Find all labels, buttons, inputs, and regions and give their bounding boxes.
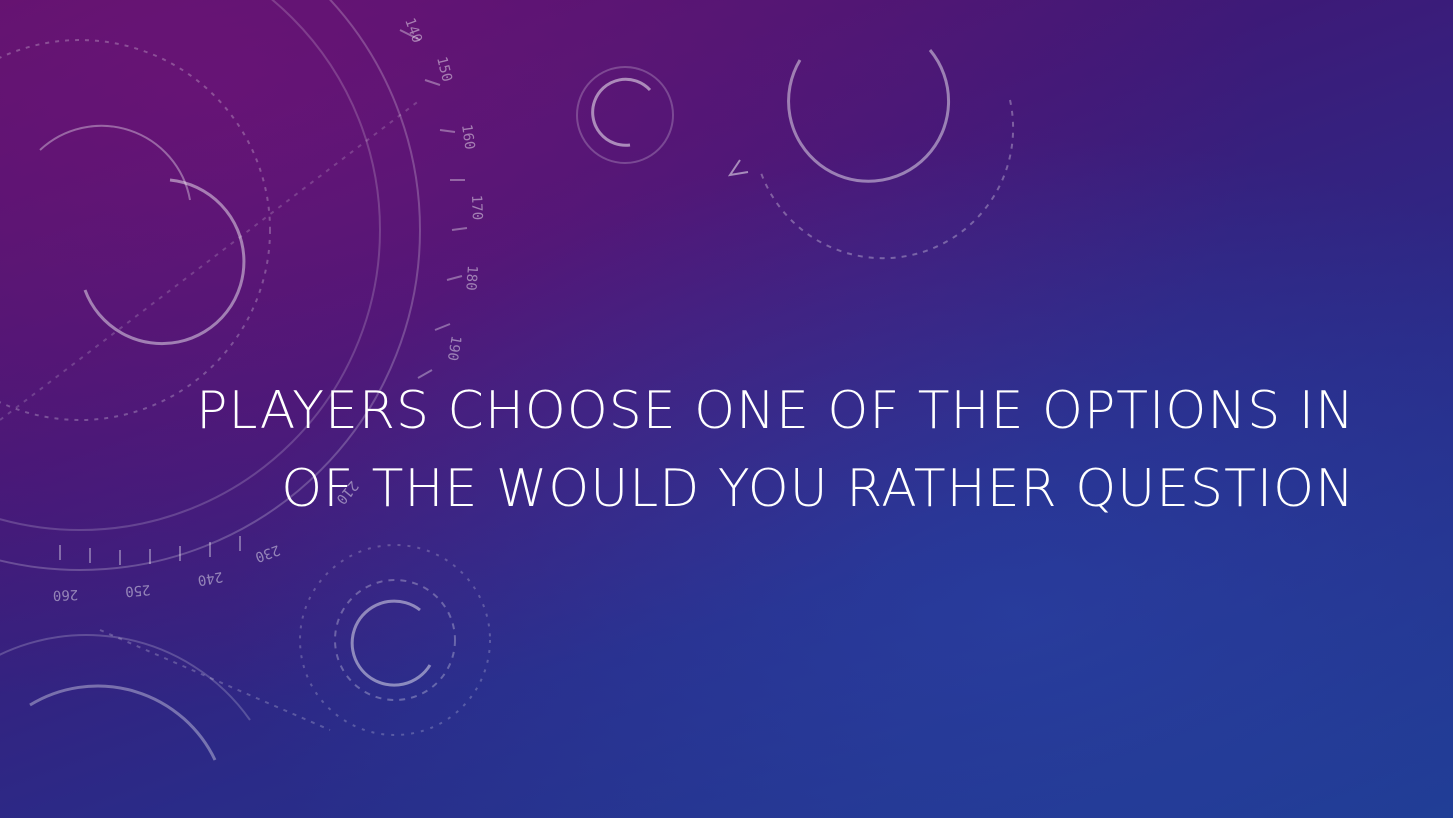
dial-number: 190 (444, 334, 464, 362)
dial-number: 240 (196, 568, 224, 588)
slide-title-line-2: OF THE WOULD YOU RATHER QUESTION (281, 459, 1355, 519)
dial-number: 150 (433, 55, 455, 83)
slide-title-line-1: PLAYERS CHOOSE ONE OF THE OPTIONS IN (196, 381, 1355, 441)
dial-number: 170 (468, 195, 485, 221)
slide-title: PLAYERS CHOOSE ONE OF THE OPTIONS IN OF … (105, 372, 1355, 528)
dial-number: 160 (458, 123, 477, 150)
dial-number: 180 (462, 265, 480, 291)
dial-number: 140 (401, 16, 425, 45)
dial-number: 230 (253, 541, 282, 565)
slide: 140 150 160 170 180 190 210 230 240 250 … (0, 0, 1453, 818)
dial-number: 260 (53, 586, 79, 603)
dial-number: 250 (124, 581, 151, 599)
